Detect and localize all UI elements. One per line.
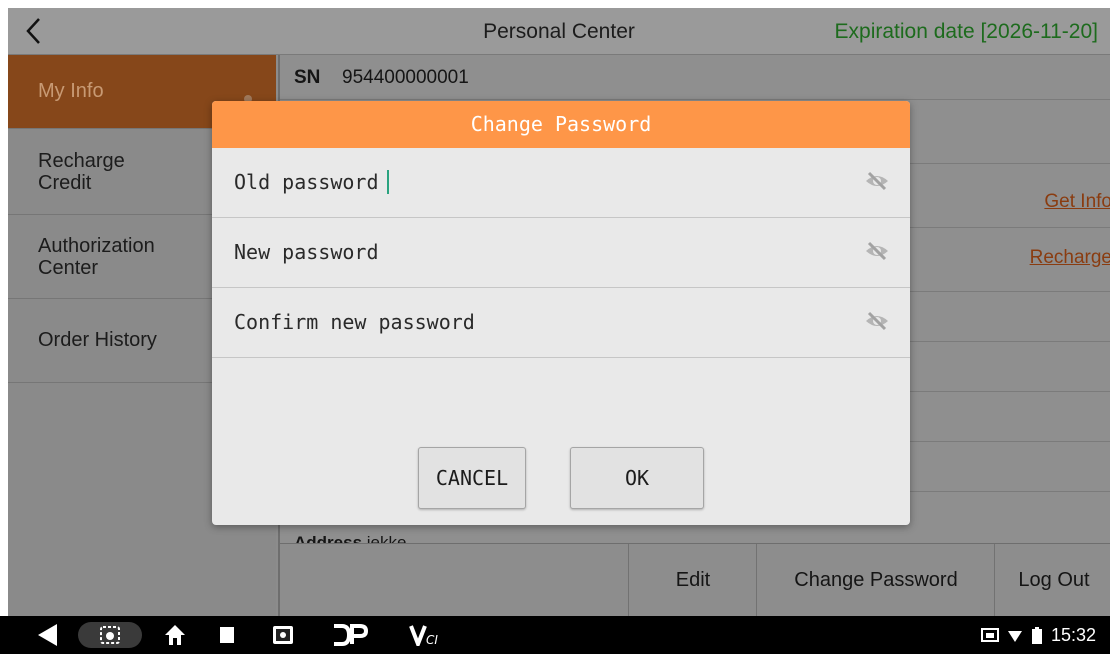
sidebar-item-label: Recharge Credit — [38, 149, 125, 194]
screenshot-icon[interactable] — [76, 616, 144, 654]
eye-hidden-icon[interactable] — [864, 170, 890, 192]
sidebar-item-label: My Info — [38, 80, 104, 102]
old-password-placeholder: Old password — [234, 169, 389, 194]
sn-label: SN — [294, 67, 321, 88]
change-password-button[interactable]: Change Password — [756, 544, 995, 616]
change-password-dialog: Change Password Old password New passwor… — [212, 101, 910, 525]
dialog-title: Change Password — [212, 101, 910, 148]
old-password-field[interactable]: Old password — [212, 148, 910, 218]
cast-icon — [980, 627, 999, 642]
sidebar-item-label: Order History — [38, 329, 157, 351]
cancel-button[interactable]: CANCEL — [418, 447, 526, 509]
title-bar: Personal Center Expiration date [2026-11… — [8, 8, 1110, 55]
bottom-action-bar: Edit Change Password Log Out — [280, 543, 1110, 616]
svg-text:CI: CI — [426, 633, 438, 646]
expiration-date: Expiration date [2026-11-20] — [834, 20, 1098, 43]
log-out-button[interactable]: Log Out — [994, 544, 1110, 616]
new-password-field[interactable]: New password — [212, 218, 910, 288]
recents-icon[interactable] — [212, 616, 242, 654]
app-icon[interactable] — [268, 616, 298, 654]
eye-hidden-icon[interactable] — [864, 310, 890, 332]
get-info-link[interactable]: Get Info — [1044, 191, 1110, 213]
home-icon[interactable] — [160, 616, 190, 654]
new-password-placeholder: New password — [234, 240, 379, 264]
status-area: 15:32 — [980, 625, 1096, 646]
system-nav-bar: CI 15:32 — [0, 616, 1110, 654]
sn-value: 954400000001 — [342, 67, 469, 88]
ok-button[interactable]: OK — [570, 447, 704, 509]
sn-row: SN 954400000001 — [280, 55, 1110, 100]
eye-hidden-icon[interactable] — [864, 240, 890, 262]
vci-icon[interactable]: CI — [408, 616, 442, 654]
text-caret — [386, 169, 389, 194]
dp-logo-icon[interactable] — [330, 616, 370, 654]
nav-back-icon[interactable] — [30, 616, 64, 654]
confirm-password-placeholder: Confirm new password — [234, 310, 475, 334]
clock: 15:32 — [1050, 625, 1096, 645]
edit-button[interactable]: Edit — [628, 544, 757, 616]
battery-icon — [1031, 626, 1042, 644]
recharge-link[interactable]: Recharge — [1030, 247, 1110, 269]
confirm-password-field[interactable]: Confirm new password — [212, 288, 910, 358]
wifi-icon — [1007, 630, 1022, 642]
sidebar-item-label: Authorization Center — [38, 234, 155, 279]
